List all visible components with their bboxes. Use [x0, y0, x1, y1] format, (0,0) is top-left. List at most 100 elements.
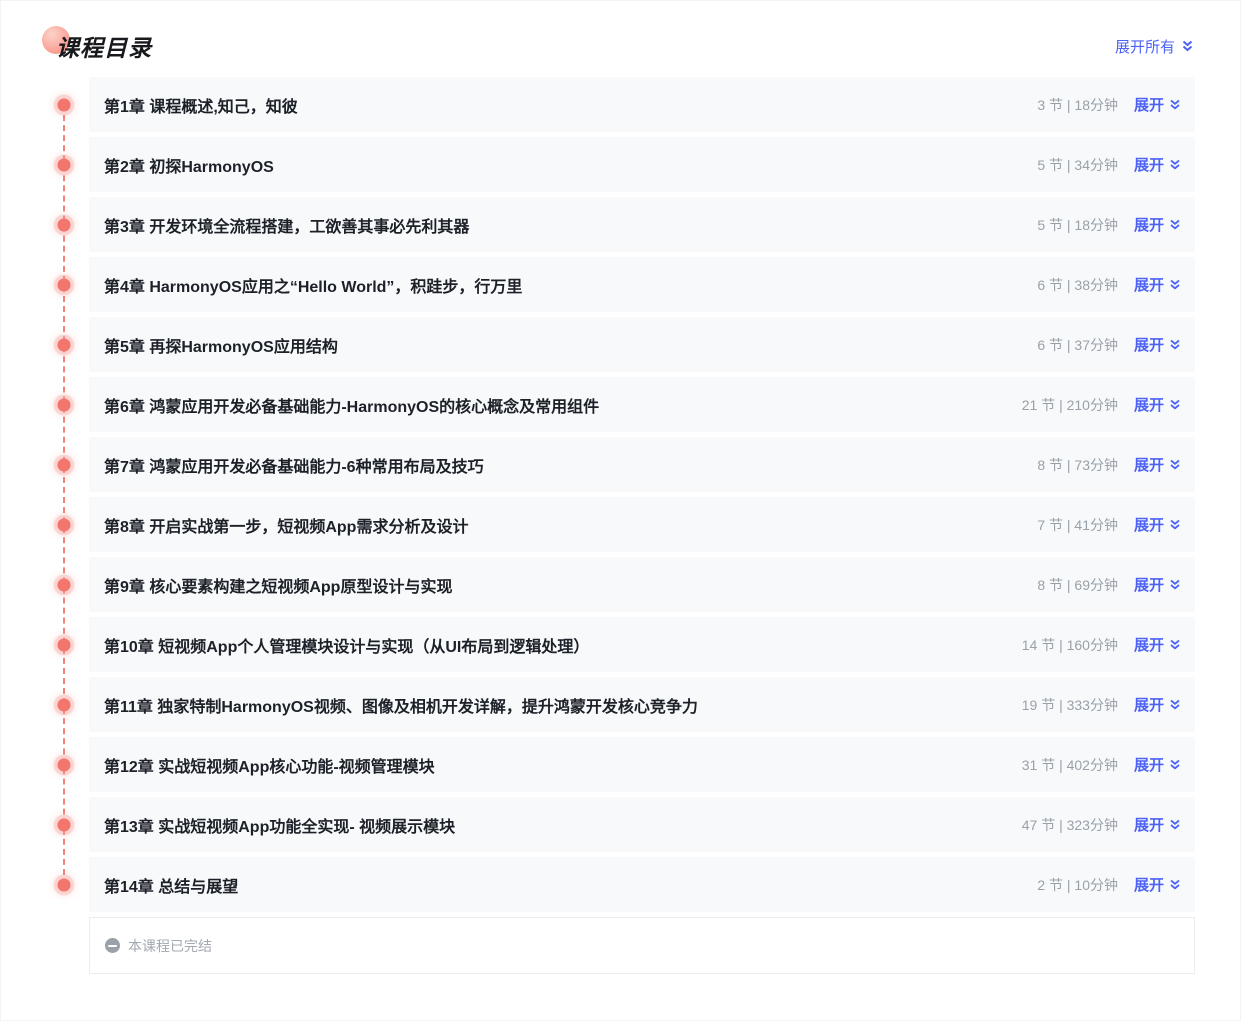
chapter-meta: 6 节 | 38分钟 — [1037, 275, 1118, 295]
course-ended-icon — [105, 938, 120, 953]
chevron-double-down-icon — [1169, 818, 1181, 831]
chapter-title: 第9章 核心要素构建之短视频App原型设计与实现 — [104, 573, 1037, 597]
chapter-meta: 8 节 | 73分钟 — [1037, 455, 1118, 475]
timeline-dot-icon — [58, 878, 71, 891]
chevron-double-down-icon — [1169, 458, 1181, 471]
chapter-title: 第8章 开启实战第一步，短视频App需求分析及设计 — [104, 513, 1037, 537]
chapter-row[interactable]: 第8章 开启实战第一步，短视频App需求分析及设计 7 节 | 41分钟 展开 — [89, 497, 1195, 552]
timeline-dot-icon — [58, 818, 71, 831]
chapter-row[interactable]: 第1章 课程概述,知己，知彼 3 节 | 18分钟 展开 — [89, 77, 1195, 132]
chapter-meta: 2 节 | 10分钟 — [1037, 875, 1118, 895]
course-catalog-page: 课程目录 展开所有 第1章 课程概述,知己，知彼 3 节 | 18分钟 展开 第… — [1, 1, 1240, 1020]
chapter-expand-label: 展开 — [1134, 394, 1164, 415]
chapter-expand-label: 展开 — [1134, 274, 1164, 295]
chapter-row[interactable]: 第5章 再探HarmonyOS应用结构 6 节 | 37分钟 展开 — [89, 317, 1195, 372]
page-title-wrap: 课程目录 — [56, 29, 152, 63]
expand-all-button[interactable]: 展开所有 — [1115, 36, 1194, 57]
chapter-meta: 47 节 | 323分钟 — [1022, 815, 1118, 835]
timeline-dot-icon — [58, 638, 71, 651]
chapter-expand-button[interactable]: 展开 — [1134, 454, 1181, 475]
chevron-double-down-icon — [1169, 98, 1181, 111]
chevron-double-down-icon — [1169, 638, 1181, 651]
catalog-header: 课程目录 展开所有 — [1, 1, 1240, 63]
chevron-double-down-icon — [1181, 39, 1194, 53]
timeline-dot-icon — [58, 338, 71, 351]
chapter-expand-label: 展开 — [1134, 814, 1164, 835]
timeline-dot-icon — [58, 218, 71, 231]
chapter-title: 第5章 再探HarmonyOS应用结构 — [104, 333, 1037, 357]
chapter-row[interactable]: 第12章 实战短视频App核心功能-视频管理模块 31 节 | 402分钟 展开 — [89, 737, 1195, 792]
chapter-meta: 7 节 | 41分钟 — [1037, 515, 1118, 535]
chapter-title: 第3章 开发环境全流程搭建，工欲善其事必先利其器 — [104, 213, 1037, 237]
chapter-title: 第7章 鸿蒙应用开发必备基础能力-6种常用布局及技巧 — [104, 453, 1037, 477]
chapter-row[interactable]: 第2章 初探HarmonyOS 5 节 | 34分钟 展开 — [89, 137, 1195, 192]
chapter-row[interactable]: 第9章 核心要素构建之短视频App原型设计与实现 8 节 | 69分钟 展开 — [89, 557, 1195, 612]
timeline-dot-icon — [58, 98, 71, 111]
chapter-expand-label: 展开 — [1134, 214, 1164, 235]
chapter-title: 第13章 实战短视频App功能全实现- 视频展示模块 — [104, 813, 1022, 837]
timeline-dot-icon — [58, 758, 71, 771]
course-status-text: 本课程已完结 — [128, 936, 212, 956]
timeline-dot-icon — [58, 398, 71, 411]
chapter-title: 第10章 短视频App个人管理模块设计与实现（从UI布局到逻辑处理） — [104, 633, 1022, 657]
chapter-meta: 3 节 | 18分钟 — [1037, 95, 1118, 115]
chapter-row[interactable]: 第11章 独家特制HarmonyOS视频、图像及相机开发详解，提升鸿蒙开发核心竞… — [89, 677, 1195, 732]
timeline-dot-icon — [58, 518, 71, 531]
chapter-expand-label: 展开 — [1134, 694, 1164, 715]
chapter-expand-label: 展开 — [1134, 634, 1164, 655]
chevron-double-down-icon — [1169, 158, 1181, 171]
page-title: 课程目录 — [56, 35, 152, 61]
chapter-expand-button[interactable]: 展开 — [1134, 274, 1181, 295]
chapter-expand-label: 展开 — [1134, 154, 1164, 175]
chapter-expand-button[interactable]: 展开 — [1134, 634, 1181, 655]
chapter-row[interactable]: 第7章 鸿蒙应用开发必备基础能力-6种常用布局及技巧 8 节 | 73分钟 展开 — [89, 437, 1195, 492]
chevron-double-down-icon — [1169, 578, 1181, 591]
chevron-double-down-icon — [1169, 518, 1181, 531]
chapter-meta: 6 节 | 37分钟 — [1037, 335, 1118, 355]
chapter-meta: 14 节 | 160分钟 — [1022, 635, 1118, 655]
expand-all-label: 展开所有 — [1115, 36, 1175, 57]
chapter-expand-button[interactable]: 展开 — [1134, 94, 1181, 115]
chapter-meta: 19 节 | 333分钟 — [1022, 695, 1118, 715]
chapter-expand-button[interactable]: 展开 — [1134, 334, 1181, 355]
chapter-row[interactable]: 第10章 短视频App个人管理模块设计与实现（从UI布局到逻辑处理） 14 节 … — [89, 617, 1195, 672]
chapter-meta: 5 节 | 34分钟 — [1037, 155, 1118, 175]
chapter-meta: 21 节 | 210分钟 — [1022, 395, 1118, 415]
timeline-dot-icon — [58, 458, 71, 471]
chapter-expand-label: 展开 — [1134, 94, 1164, 115]
chapter-expand-button[interactable]: 展开 — [1134, 574, 1181, 595]
chapter-expand-button[interactable]: 展开 — [1134, 694, 1181, 715]
chapter-expand-button[interactable]: 展开 — [1134, 214, 1181, 235]
chevron-double-down-icon — [1169, 218, 1181, 231]
chapter-expand-label: 展开 — [1134, 874, 1164, 895]
chapter-expand-button[interactable]: 展开 — [1134, 154, 1181, 175]
chapter-list-area: 第1章 课程概述,知己，知彼 3 节 | 18分钟 展开 第2章 初探Harmo… — [89, 77, 1195, 912]
chapter-rows: 第1章 课程概述,知己，知彼 3 节 | 18分钟 展开 第2章 初探Harmo… — [89, 77, 1195, 912]
chevron-double-down-icon — [1169, 758, 1181, 771]
chapter-expand-button[interactable]: 展开 — [1134, 754, 1181, 775]
timeline-dot-icon — [58, 278, 71, 291]
timeline-dot-icon — [58, 698, 71, 711]
chapter-expand-label: 展开 — [1134, 334, 1164, 355]
chapter-row[interactable]: 第6章 鸿蒙应用开发必备基础能力-HarmonyOS的核心概念及常用组件 21 … — [89, 377, 1195, 432]
chapter-expand-label: 展开 — [1134, 754, 1164, 775]
chapter-expand-button[interactable]: 展开 — [1134, 394, 1181, 415]
chapter-expand-label: 展开 — [1134, 454, 1164, 475]
chapter-row[interactable]: 第3章 开发环境全流程搭建，工欲善其事必先利其器 5 节 | 18分钟 展开 — [89, 197, 1195, 252]
chapter-title: 第6章 鸿蒙应用开发必备基础能力-HarmonyOS的核心概念及常用组件 — [104, 393, 1022, 417]
chapter-title: 第12章 实战短视频App核心功能-视频管理模块 — [104, 753, 1022, 777]
chapter-title: 第1章 课程概述,知己，知彼 — [104, 93, 1037, 117]
chapter-row[interactable]: 第14章 总结与展望 2 节 | 10分钟 展开 — [89, 857, 1195, 912]
chapter-meta: 8 节 | 69分钟 — [1037, 575, 1118, 595]
chevron-double-down-icon — [1169, 698, 1181, 711]
chapter-expand-button[interactable]: 展开 — [1134, 514, 1181, 535]
chapter-meta: 5 节 | 18分钟 — [1037, 215, 1118, 235]
chapter-title: 第2章 初探HarmonyOS — [104, 153, 1037, 177]
chapter-row[interactable]: 第4章 HarmonyOS应用之“Hello World”，积跬步，行万里 6 … — [89, 257, 1195, 312]
chapter-meta: 31 节 | 402分钟 — [1022, 755, 1118, 775]
chapter-row[interactable]: 第13章 实战短视频App功能全实现- 视频展示模块 47 节 | 323分钟 … — [89, 797, 1195, 852]
chapter-title: 第14章 总结与展望 — [104, 873, 1037, 897]
chapter-expand-button[interactable]: 展开 — [1134, 814, 1181, 835]
chapter-title: 第4章 HarmonyOS应用之“Hello World”，积跬步，行万里 — [104, 273, 1037, 297]
chapter-expand-button[interactable]: 展开 — [1134, 874, 1181, 895]
